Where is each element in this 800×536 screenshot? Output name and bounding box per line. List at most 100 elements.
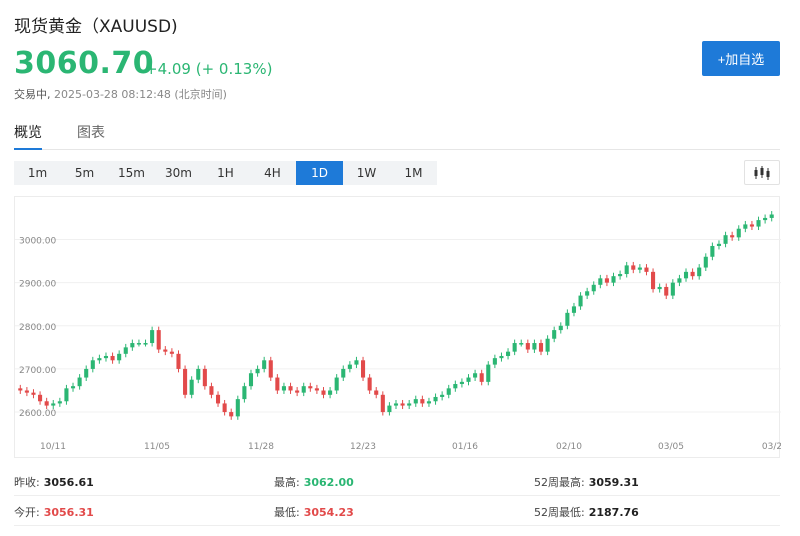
period-5m[interactable]: 5m — [61, 161, 108, 185]
candle-body — [222, 403, 227, 413]
x-tick-label: 02/10 — [556, 442, 582, 452]
week52-low: 52周最低: 2187.76 — [534, 506, 639, 519]
period-30m[interactable]: 30m — [155, 161, 202, 185]
candle-body — [38, 394, 43, 402]
open: 今开: 3056.31 — [14, 506, 94, 519]
candle-body — [466, 377, 471, 382]
page-title: 现货黄金（XAUUSD) — [14, 17, 178, 37]
candle-body — [110, 355, 115, 361]
candle-body — [215, 394, 221, 404]
period-1mo[interactable]: 1M — [390, 161, 437, 185]
candle-body — [97, 358, 102, 361]
candle-body — [426, 401, 431, 404]
candle-body — [743, 224, 748, 229]
candle-body — [545, 338, 550, 352]
candle-body — [631, 265, 636, 270]
candle-body — [591, 284, 596, 292]
candle-body — [598, 278, 603, 285]
candle-body — [103, 355, 109, 359]
candle-body — [64, 388, 69, 402]
candle-body — [314, 388, 319, 391]
candle-body — [229, 412, 234, 417]
tab-chart[interactable]: 图表 — [77, 122, 105, 150]
candle-body — [367, 377, 372, 391]
candle-body — [400, 403, 405, 406]
candle-body — [90, 360, 95, 369]
candle-body — [611, 276, 616, 283]
candle-body — [604, 278, 609, 283]
candle-body — [657, 286, 662, 290]
x-tick-label: 11/05 — [144, 442, 170, 452]
candle-body — [473, 373, 478, 378]
candle-body — [44, 401, 49, 406]
candle-body — [690, 271, 695, 277]
prev-close: 昨收: 3056.61 — [14, 476, 94, 489]
candle-body — [301, 386, 306, 393]
tab-bar: 概览 图表 — [14, 122, 780, 150]
candle-body — [189, 379, 194, 395]
period-1w[interactable]: 1W — [343, 161, 390, 185]
candle-body — [281, 386, 286, 391]
price-change: +4.09 (+ 0.13%) — [145, 60, 273, 78]
candle-body — [651, 271, 656, 290]
y-tick-label: 2700.00 — [19, 366, 56, 376]
candle-body — [143, 343, 148, 345]
candle-body — [538, 343, 544, 352]
x-tick-label: 03/2 — [762, 442, 781, 452]
y-tick-label: 2800.00 — [19, 323, 56, 333]
tab-overview[interactable]: 概览 — [14, 122, 42, 150]
x-tick-label: 10/11 — [40, 442, 66, 452]
candle-body — [736, 228, 741, 238]
candle-body — [730, 235, 735, 238]
candle-body — [519, 343, 524, 345]
period-1d[interactable]: 1D — [296, 161, 343, 185]
candle-body — [703, 256, 708, 268]
period-4h[interactable]: 4H — [249, 161, 296, 185]
candle-body — [262, 360, 267, 369]
candle-body — [637, 267, 642, 270]
candle-body — [169, 351, 174, 354]
candle-body — [196, 368, 201, 380]
period-1m[interactable]: 1m — [14, 161, 61, 185]
candle-body — [459, 381, 464, 385]
candle-body — [769, 214, 774, 218]
candle-body — [756, 220, 761, 227]
candle-body — [446, 388, 451, 395]
candle-body — [123, 347, 128, 354]
candle-body — [84, 368, 89, 378]
candle-body — [136, 343, 141, 345]
candlestick-icon — [754, 165, 770, 180]
stats-row-1: 昨收: 3056.61 最高: 3062.00 52周最高: 3059.31 — [14, 466, 780, 496]
candle-body — [347, 364, 352, 369]
candle-body — [413, 399, 418, 404]
candle-body — [407, 403, 412, 406]
candle-body — [512, 343, 517, 352]
candle-body — [571, 306, 577, 313]
candle-body — [24, 390, 29, 393]
add-watchlist-button[interactable]: +加自选 — [702, 41, 780, 76]
candle-body — [308, 386, 313, 389]
status-text: 交易中, — [14, 88, 51, 101]
candle-body — [644, 267, 649, 272]
y-tick-label: 2900.00 — [19, 280, 56, 290]
candle-body — [51, 403, 56, 406]
candle-body — [710, 245, 715, 257]
chart-type-button[interactable] — [744, 160, 780, 185]
candle-body — [440, 394, 445, 397]
timestamp: 2025-03-28 08:12:48 (北京时间) — [54, 88, 227, 101]
candle-body — [18, 388, 23, 391]
x-tick-label: 11/28 — [248, 442, 274, 452]
candle-body — [334, 377, 339, 391]
candle-body — [749, 224, 754, 227]
price-chart[interactable]: 2600.00 2700.00 2800.00 2900.00 3000.00 10/11… — [14, 196, 781, 458]
candle-body — [202, 368, 207, 387]
candle-body — [585, 291, 590, 296]
candle-body — [321, 390, 326, 395]
period-15m[interactable]: 15m — [108, 161, 155, 185]
candle-body — [70, 386, 76, 389]
candle-body — [130, 343, 135, 348]
period-1h[interactable]: 1H — [202, 161, 249, 185]
candle-body — [552, 330, 557, 339]
candle-body — [525, 343, 530, 350]
candle-body — [716, 243, 722, 246]
